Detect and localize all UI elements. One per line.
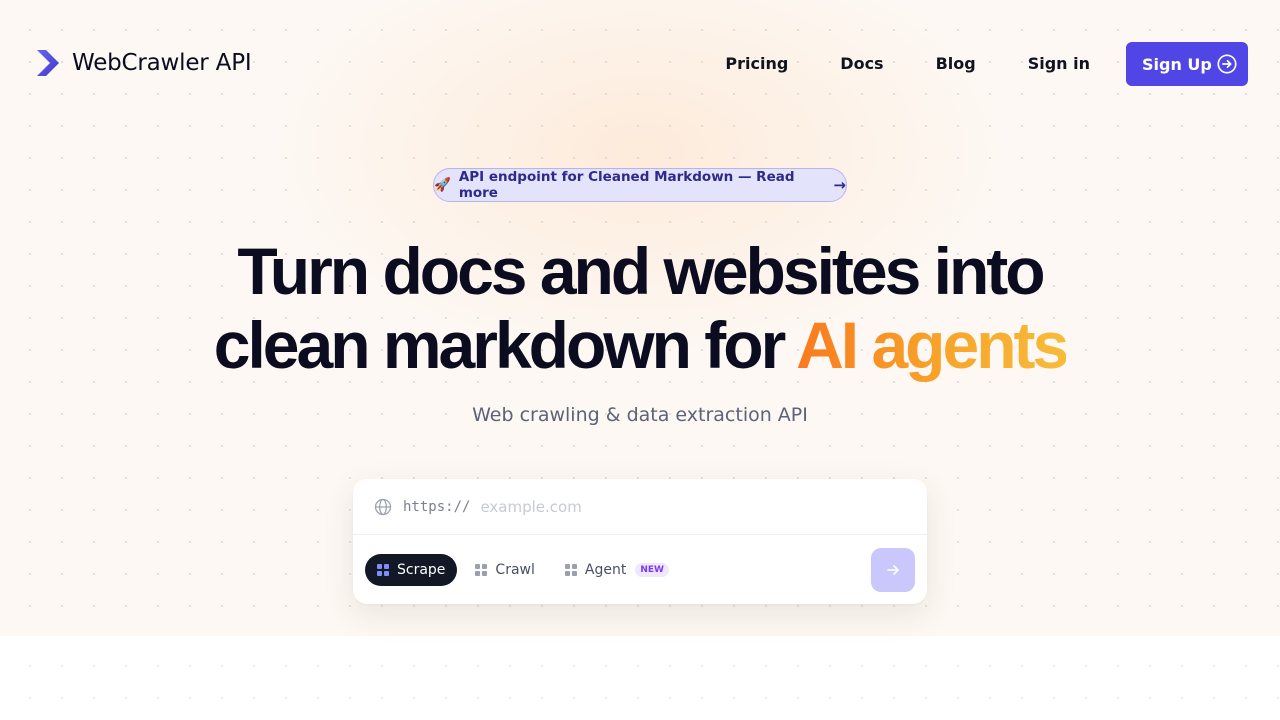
rocket-icon: 🚀 xyxy=(434,177,451,193)
chevron-logo-icon xyxy=(37,50,59,76)
grid-icon xyxy=(377,563,390,577)
mode-agent-label: Agent xyxy=(584,562,627,578)
nav-link-blog[interactable]: Blog xyxy=(936,42,976,86)
announcement-pill[interactable]: 🚀 API endpoint for Cleaned Markdown — Re… xyxy=(433,168,847,202)
mode-crawl[interactable]: Crawl xyxy=(463,554,546,586)
announcement-text: API endpoint for Cleaned Markdown — Read… xyxy=(458,169,795,201)
url-prefix: https:// xyxy=(403,498,471,515)
lower-dot-pattern xyxy=(0,636,1280,720)
grid-icon xyxy=(564,563,578,577)
arrow-right-icon xyxy=(887,565,899,575)
url-row: https:// xyxy=(353,479,927,535)
nav-link-sign-in[interactable]: Sign in xyxy=(1028,42,1090,86)
arrow-right-icon: → xyxy=(833,176,846,194)
brand-name: WebCrawler API xyxy=(72,50,252,76)
globe-icon xyxy=(374,498,392,515)
top-nav: WebCrawler API Pricing Docs Blog Sign in… xyxy=(0,0,1280,128)
brand-logo-link[interactable]: WebCrawler API xyxy=(36,48,252,78)
headline-line-2: clean markdown for AI agents xyxy=(0,308,1280,382)
sign-up-button[interactable]: Sign Up xyxy=(1126,42,1248,86)
hero-subtitle: Web crawling & data extraction API xyxy=(472,404,808,426)
nav-link-docs[interactable]: Docs xyxy=(840,42,883,86)
mode-scrape[interactable]: Scrape xyxy=(365,554,458,586)
mode-agent[interactable]: Agent NEW xyxy=(553,554,681,586)
scrape-input-card: https:// Scrape Crawl Agent NEW xyxy=(353,479,927,604)
sign-up-label: Sign Up xyxy=(1142,54,1212,74)
mode-selector: Scrape Crawl Agent NEW xyxy=(365,554,681,586)
arrow-circle-right-icon xyxy=(1217,54,1237,74)
mode-scrape-label: Scrape xyxy=(397,562,446,578)
submit-button[interactable] xyxy=(871,548,915,592)
mode-crawl-label: Crawl xyxy=(495,562,535,578)
hero-headline: Turn docs and websites into clean markdo… xyxy=(0,234,1280,382)
nav-links: Pricing Docs Blog Sign in Sign Up xyxy=(725,42,1248,86)
headline-line-1: Turn docs and websites into xyxy=(237,234,1045,308)
url-input[interactable] xyxy=(480,497,881,516)
new-badge: NEW xyxy=(635,563,669,577)
grid-icon xyxy=(475,563,488,577)
nav-link-pricing[interactable]: Pricing xyxy=(725,42,788,86)
headline-highlight: AI agents xyxy=(796,308,1069,382)
headline-line-2-plain: clean markdown for xyxy=(213,308,797,382)
